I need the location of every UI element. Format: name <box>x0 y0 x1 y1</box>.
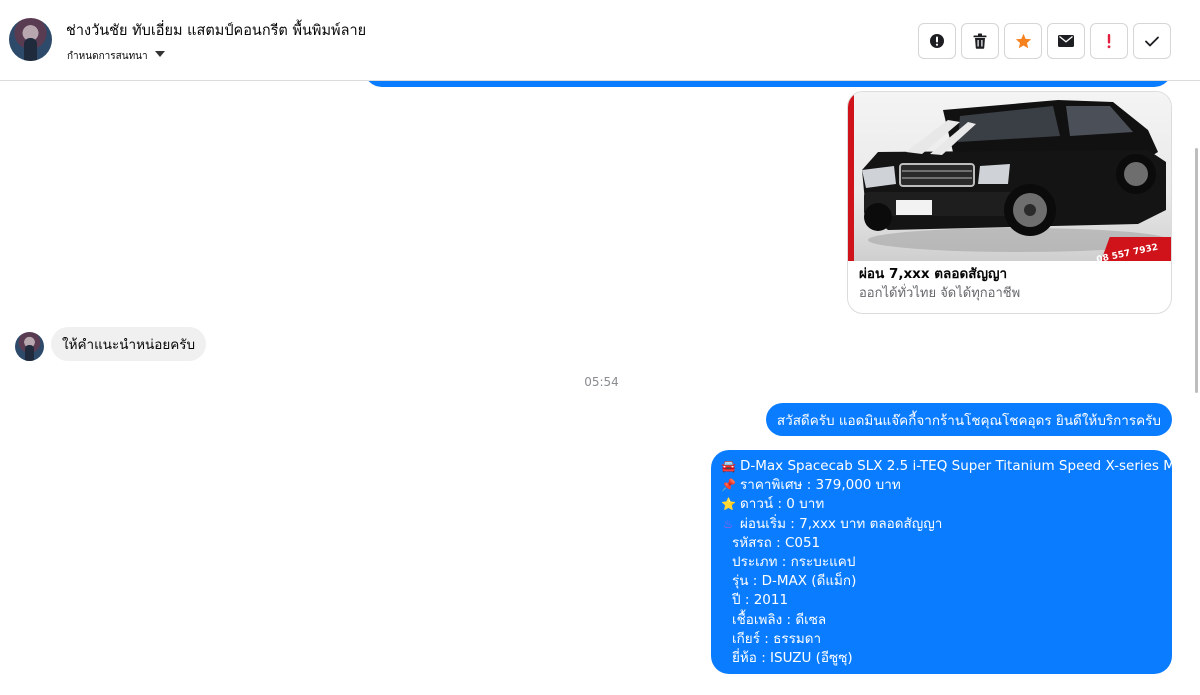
envelope-icon <box>1058 35 1074 47</box>
contact-name[interactable]: ช่างวันชัย ทับเอี่ยม แสตมป์คอนกรีต พื้นพ… <box>66 19 366 42</box>
message-line: ประเภท : กระบะแคป <box>732 554 856 571</box>
pushpin-icon: 📌 <box>721 478 736 493</box>
exclamation-circle-icon <box>930 34 944 48</box>
ad-banner-edge <box>848 92 854 261</box>
star-button[interactable] <box>1004 23 1042 59</box>
message-line-text: ผ่อนเริ่ม : 7,xxx บาท ตลอดสัญญา <box>740 515 943 532</box>
message-thread[interactable]: 08 557 7932 ผ่อน 7,xxx ตลอดสัญญา ออกได้ท… <box>0 81 1200 695</box>
delete-button[interactable] <box>961 23 999 59</box>
outgoing-message[interactable]: สวัสดีครับ แอดมินแจ๊คกี้จากร้านโชคุณโชคอ… <box>765 403 1172 436</box>
outgoing-message-partial <box>364 81 1172 87</box>
message-line: 🚘 D-Max Spacecab SLX 2.5 i-TEQ Super Tit… <box>721 457 1183 476</box>
contact-avatar[interactable] <box>9 18 52 61</box>
message-line-text: D-Max Spacecab SLX 2.5 i-TEQ Super Titan… <box>740 458 1184 475</box>
message-line: ♨ ผ่อนเริ่ม : 7,xxx บาท ตลอดสัญญา <box>721 515 1162 534</box>
ad-car-image[interactable]: 08 557 7932 <box>848 92 1171 261</box>
star-icon <box>1015 33 1031 49</box>
header-actions <box>918 23 1171 59</box>
message-timestamp: 05:54 <box>584 375 619 389</box>
check-icon <box>1145 36 1159 46</box>
ad-subtitle: ออกได้ทั่วไทย จัดได้ทุกอาชีพ <box>859 286 1021 301</box>
exclamation-icon <box>1107 34 1111 49</box>
sender-avatar[interactable] <box>15 332 44 361</box>
message-line: 📌 ราคาพิเศษ : 379,000 บาท <box>721 476 1162 495</box>
conversation-settings-dropdown[interactable]: กำหนดการสนทนา <box>67 47 165 61</box>
message-line: เชื้อเพลิง : ดีเซล <box>732 611 827 628</box>
report-button[interactable] <box>918 23 956 59</box>
message-line: ⭐ ดาวน์ : 0 บาท <box>721 495 1162 514</box>
star-icon: ⭐ <box>721 497 736 512</box>
message-line: ยี่ห้อ : ISUZU (อีซูซุ) <box>732 649 853 666</box>
done-button[interactable] <box>1133 23 1171 59</box>
message-line: เกียร์ : ธรรมดา <box>732 630 822 647</box>
pickup-truck-image <box>862 100 1168 252</box>
important-button[interactable] <box>1090 23 1128 59</box>
conversation-settings-label: กำหนดการสนทนา <box>67 51 148 61</box>
conversation-header: ช่างวันชัย ทับเอี่ยม แสตมป์คอนกรีต พื้นพ… <box>0 0 1200 81</box>
message-line: ปี : 2011 <box>732 592 789 609</box>
incoming-message[interactable]: ให้คำแนะนำหน่อยครับ <box>51 327 207 361</box>
caret-down-icon <box>154 51 165 57</box>
message-line-text: ราคาพิเศษ : 379,000 บาท <box>740 477 901 494</box>
mark-unread-button[interactable] <box>1047 23 1085 59</box>
ad-reply-card[interactable]: 08 557 7932 ผ่อน 7,xxx ตลอดสัญญา ออกได้ท… <box>847 91 1172 314</box>
thread-scrollbar[interactable] <box>1195 148 1198 393</box>
car-icon: 🚘 <box>721 459 736 474</box>
swirl-icon: ♨ <box>722 516 734 531</box>
ad-title: ผ่อน 7,xxx ตลอดสัญญา <box>859 266 1008 282</box>
message-line: รหัสรถ : C051 <box>732 534 821 551</box>
message-line-text: ดาวน์ : 0 บาท <box>740 496 825 513</box>
message-line: รุ่น : D-MAX (ดีแม็ก) <box>732 573 857 590</box>
outgoing-message-details[interactable]: 🚘 D-Max Spacecab SLX 2.5 i-TEQ Super Tit… <box>711 450 1183 674</box>
trash-icon <box>973 33 987 49</box>
